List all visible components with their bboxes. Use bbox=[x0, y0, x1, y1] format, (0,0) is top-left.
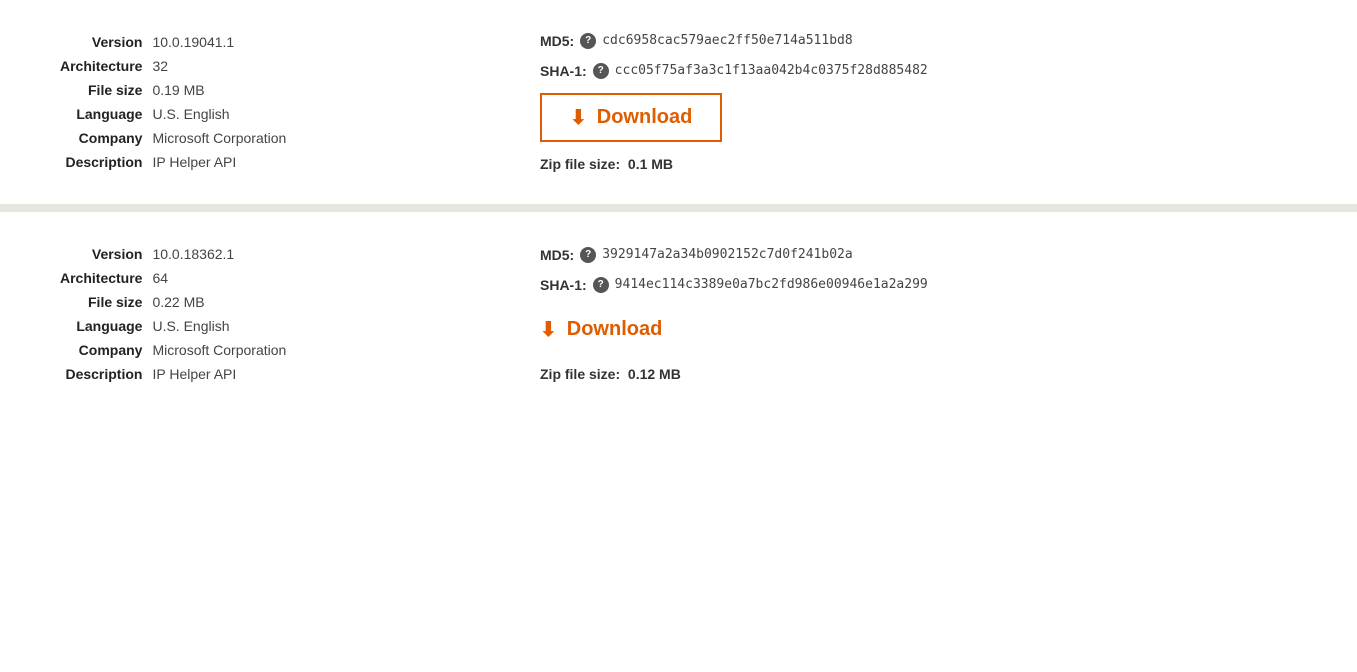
md5-info-icon-2[interactable]: ? bbox=[580, 247, 596, 263]
company-label: Company bbox=[60, 126, 152, 150]
company-label-2: Company bbox=[60, 338, 152, 362]
md5-value-1: cdc6958cac579aec2ff50e714a511bd8 bbox=[602, 33, 852, 48]
architecture-value-2: 64 bbox=[152, 266, 294, 290]
sha1-info-icon-1[interactable]: ? bbox=[593, 63, 609, 79]
sha1-label-1: SHA-1: bbox=[540, 63, 587, 79]
filesize-label: File size bbox=[60, 78, 152, 102]
language-value: U.S. English bbox=[152, 102, 294, 126]
md5-row-1: MD5: ? cdc6958cac579aec2ff50e714a511bd8 bbox=[540, 33, 1297, 49]
md5-label-2: MD5: bbox=[540, 247, 574, 263]
zip-size-value-1: 0.1 MB bbox=[628, 156, 673, 172]
sha1-value-1: ccc05f75af3a3c1f13aa042b4c0375f28d885482 bbox=[615, 63, 928, 78]
description-label-2: Description bbox=[60, 362, 152, 386]
sha1-info-icon-2[interactable]: ? bbox=[593, 277, 609, 293]
description-row-2: Description IP Helper API bbox=[60, 362, 294, 386]
sha1-label-2: SHA-1: bbox=[540, 277, 587, 293]
zip-size-value-2: 0.12 MB bbox=[628, 366, 681, 382]
zip-size-label-1: Zip file size: bbox=[540, 156, 620, 172]
architecture-label: Architecture bbox=[60, 54, 152, 78]
company-row: Company Microsoft Corporation bbox=[60, 126, 294, 150]
zip-size-row-2: Zip file size: 0.12 MB bbox=[540, 366, 1297, 382]
architecture-row: Architecture 32 bbox=[60, 54, 294, 78]
download-label-2: Download bbox=[567, 318, 663, 341]
download-icon-2: ⬇ bbox=[540, 317, 557, 342]
download-icon-1: ⬇ bbox=[570, 105, 587, 130]
description-value-2: IP Helper API bbox=[152, 362, 294, 386]
download-label-1: Download bbox=[597, 106, 693, 129]
zip-size-label-2: Zip file size: bbox=[540, 366, 620, 382]
architecture-row-2: Architecture 64 bbox=[60, 266, 294, 290]
md5-label-1: MD5: bbox=[540, 33, 574, 49]
file-entry-2: Version 10.0.18362.1 Architecture 64 Fil… bbox=[0, 212, 1357, 416]
language-row: Language U.S. English bbox=[60, 102, 294, 126]
language-label-2: Language bbox=[60, 314, 152, 338]
file-actions-2: MD5: ? 3929147a2a34b0902152c7d0f241b02a … bbox=[460, 242, 1297, 386]
filesize-value-2: 0.22 MB bbox=[152, 290, 294, 314]
sha1-row-1: SHA-1: ? ccc05f75af3a3c1f13aa042b4c0375f… bbox=[540, 63, 1297, 79]
sha1-row-2: SHA-1: ? 9414ec114c3389e0a7bc2fd986e0094… bbox=[540, 277, 1297, 293]
file-meta-2: Version 10.0.18362.1 Architecture 64 Fil… bbox=[60, 242, 460, 386]
md5-info-icon-1[interactable]: ? bbox=[580, 33, 596, 49]
company-value-2: Microsoft Corporation bbox=[152, 338, 294, 362]
filesize-value: 0.19 MB bbox=[152, 78, 294, 102]
version-label-2: Version bbox=[60, 242, 152, 266]
zip-size-row-1: Zip file size: 0.1 MB bbox=[540, 156, 1297, 172]
filesize-label-2: File size bbox=[60, 290, 152, 314]
version-row: Version 10.0.19041.1 bbox=[60, 30, 294, 54]
version-value-2: 10.0.18362.1 bbox=[152, 242, 294, 266]
description-value: IP Helper API bbox=[152, 150, 294, 174]
filesize-row: File size 0.19 MB bbox=[60, 78, 294, 102]
language-label: Language bbox=[60, 102, 152, 126]
file-meta-1: Version 10.0.19041.1 Architecture 32 Fil… bbox=[60, 30, 460, 174]
version-value: 10.0.19041.1 bbox=[152, 30, 294, 54]
divider bbox=[0, 204, 1357, 212]
company-value: Microsoft Corporation bbox=[152, 126, 294, 150]
md5-value-2: 3929147a2a34b0902152c7d0f241b02a bbox=[602, 247, 852, 262]
language-value-2: U.S. English bbox=[152, 314, 294, 338]
architecture-label-2: Architecture bbox=[60, 266, 152, 290]
md5-row-2: MD5: ? 3929147a2a34b0902152c7d0f241b02a bbox=[540, 247, 1297, 263]
company-row-2: Company Microsoft Corporation bbox=[60, 338, 294, 362]
file-actions-1: MD5: ? cdc6958cac579aec2ff50e714a511bd8 … bbox=[460, 30, 1297, 174]
description-label: Description bbox=[60, 150, 152, 174]
sha1-value-2: 9414ec114c3389e0a7bc2fd986e00946e1a2a299 bbox=[615, 277, 928, 292]
language-row-2: Language U.S. English bbox=[60, 314, 294, 338]
filesize-row-2: File size 0.22 MB bbox=[60, 290, 294, 314]
description-row: Description IP Helper API bbox=[60, 150, 294, 174]
download-button-1[interactable]: ⬇ Download bbox=[540, 93, 722, 142]
download-button-2[interactable]: ⬇ Download bbox=[540, 307, 690, 352]
file-entry-1: Version 10.0.19041.1 Architecture 32 Fil… bbox=[0, 0, 1357, 204]
version-row-2: Version 10.0.18362.1 bbox=[60, 242, 294, 266]
architecture-value: 32 bbox=[152, 54, 294, 78]
version-label: Version bbox=[60, 30, 152, 54]
